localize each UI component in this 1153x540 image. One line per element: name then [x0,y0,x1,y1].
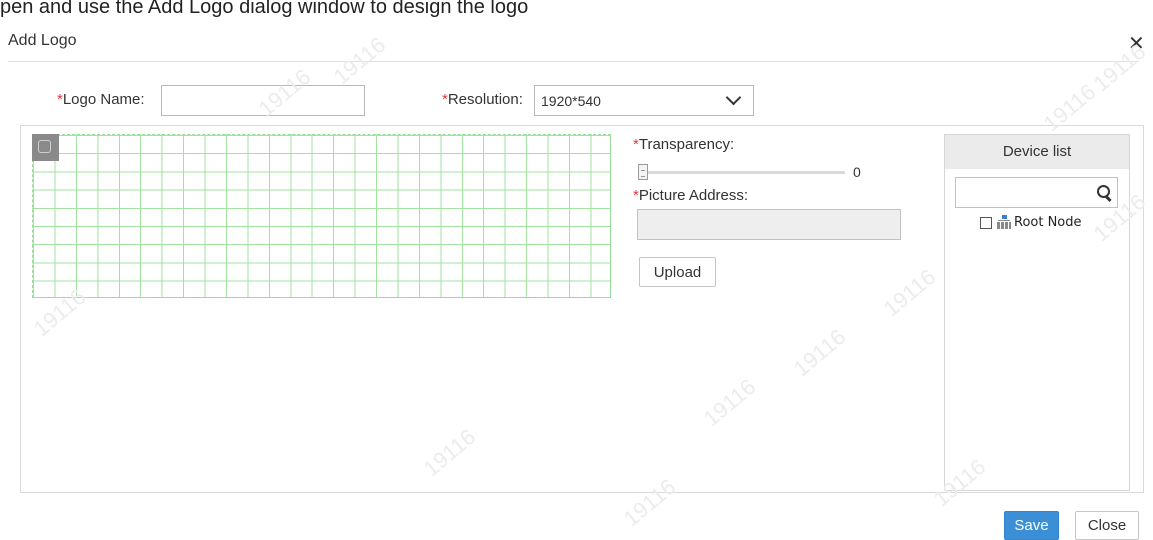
close-button[interactable]: Close [1075,511,1139,540]
logo-design-grid[interactable] [32,134,611,298]
logo-name-input[interactable] [161,85,365,116]
resolution-select[interactable]: 1920*540 [534,85,754,116]
resolution-selected-value: 1920*540 [541,93,601,109]
org-tree-icon [997,215,1011,229]
close-icon[interactable]: ✕ [1128,34,1145,54]
transparency-slider-handle[interactable] [638,164,648,180]
picture-address-input[interactable] [637,209,901,240]
device-list-title: Device list [945,135,1129,169]
instruction-text: pen and use the Add Logo dialog window t… [0,0,529,18]
upload-button[interactable]: Upload [639,257,716,287]
transparency-label-text: Transparency: [638,136,735,153]
save-button[interactable]: Save [1004,511,1059,540]
resolution-label-text: Resolution: [447,91,523,108]
root-node-checkbox[interactable] [980,217,992,229]
logo-name-label: *Logo Name: [57,91,145,108]
picture-address-label-text: Picture Address: [638,187,749,204]
search-icon[interactable] [1097,185,1110,198]
resolution-label: *Resolution: [442,91,523,108]
logo-drag-handle-icon[interactable] [32,134,59,161]
transparency-value: 0 [853,164,861,180]
chevron-down-icon [725,89,742,106]
picture-address-label: *Picture Address: [633,187,748,204]
transparency-label: *Transparency: [633,136,734,153]
title-divider [8,61,1139,62]
logo-name-label-text: Logo Name: [62,91,145,108]
dialog-title: Add Logo [8,32,77,49]
root-node-label[interactable]: Root Node [1014,215,1082,230]
device-search-input[interactable] [955,177,1118,208]
transparency-slider-track[interactable] [642,171,845,174]
